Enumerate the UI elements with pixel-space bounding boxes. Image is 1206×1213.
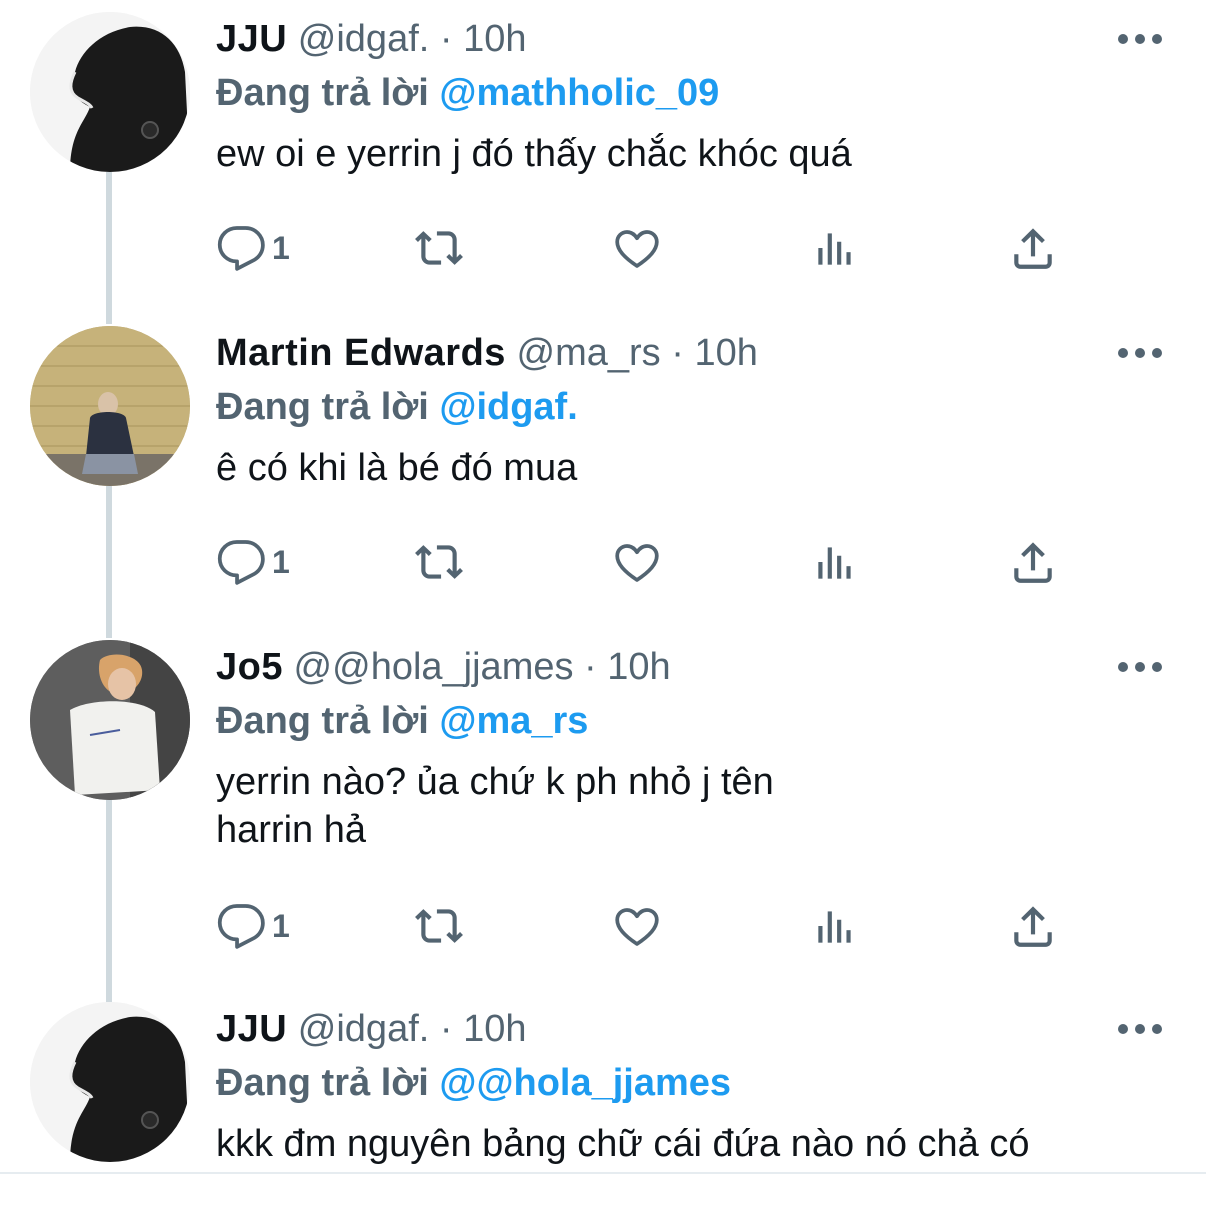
replying-to: Đang trả lời @mathholic_09 [216,66,1166,120]
display-name[interactable]: JJU [216,18,287,60]
like-button[interactable] [612,896,662,956]
tweet[interactable]: JJU @idgaf. · 10h Đang trả lời @@hola_jj… [0,990,1206,1173]
heart-icon [615,230,659,268]
separator: · [439,18,453,60]
reply-count: 1 [272,543,290,580]
tweet-header: JJU @idgaf. · 10h [216,12,1166,66]
more-options-icon[interactable] [1118,33,1162,45]
tweet-text: ê có khi là bé đó mua [216,447,578,489]
retweet-button[interactable] [414,532,464,592]
username[interactable]: @idgaf. [298,1008,430,1050]
comment-icon [217,540,265,585]
heart-icon [615,544,659,582]
share-icon [1014,228,1052,269]
views-button[interactable] [810,218,860,278]
tweet[interactable]: Martin Edwards @ma_rs · 10h Đang trả lời… [0,314,1206,614]
replying-to-mention[interactable]: @mathholic_09 [439,72,719,114]
timestamp[interactable]: 10h [607,646,670,688]
username[interactable]: @ma_rs [517,332,661,374]
retweet-icon [415,231,463,265]
separator: · [671,332,684,374]
tweet-text: yerrin nào? ủa chứ k ph nhỏ j tên harrin… [216,761,774,851]
share-button[interactable] [1008,896,1058,956]
display-name[interactable]: Martin Edwards [216,332,506,374]
share-button[interactable] [1008,218,1058,278]
username[interactable]: @@hola_jjames [294,646,574,688]
replying-to-label: Đang trả lời [216,700,429,742]
retweet-button[interactable] [414,896,464,956]
retweet-button[interactable] [414,218,464,278]
tweet-text: ew oi e yerrin j đó thấy chắc khóc quá [216,133,852,175]
separator: · [439,1008,453,1050]
views-button[interactable] [810,532,860,592]
avatar[interactable] [30,640,190,800]
replying-to-label: Đang trả lời [216,72,429,114]
analytics-icon [818,911,851,943]
tweet-header: JJU @idgaf. · 10h [216,1002,1166,1056]
replying-to-mention[interactable]: @idgaf. [439,386,577,428]
tweet-text: kkk đm nguyên bảng chữ cái đứa nào nó ch… [216,1123,1030,1165]
timestamp[interactable]: 10h [694,332,757,374]
username[interactable]: @idgaf. [298,18,430,60]
retweet-icon [415,545,463,579]
replying-to-label: Đang trả lời [216,1062,429,1104]
tweet[interactable]: JJU @idgaf. · 10h Đang trả lời @mathholi… [0,0,1206,300]
tweet-actions: 1 [216,896,1076,956]
share-button[interactable] [1008,532,1058,592]
divider [0,1172,1206,1174]
timestamp[interactable]: 10h [463,18,526,60]
analytics-icon [818,547,851,579]
share-icon [1014,906,1052,947]
avatar[interactable] [30,326,190,486]
avatar-image [30,1002,190,1162]
replying-to-mention[interactable]: @ma_rs [439,700,588,742]
more-options-icon[interactable] [1118,661,1162,673]
tweet-header: Martin Edwards @ma_rs · 10h [216,326,1166,380]
comment-icon [217,904,265,949]
avatar[interactable] [30,12,190,172]
separator: · [584,646,597,688]
views-button[interactable] [810,896,860,956]
analytics-icon [818,233,851,265]
replying-to: Đang trả lời @@hola_jjames [216,1056,1166,1110]
display-name[interactable]: JJU [216,1008,287,1050]
heart-icon [615,908,659,946]
replying-to: Đang trả lời @idgaf. [216,380,1166,434]
like-button[interactable] [612,218,662,278]
tweet-header: Jo5 @@hola_jjames · 10h [216,640,1166,694]
reply-thread: JJU @idgaf. · 10h Đang trả lời @mathholi… [0,0,1206,1213]
tweet[interactable]: Jo5 @@hola_jjames · 10h Đang trả lời @ma… [0,628,1206,988]
reply-button[interactable]: 1 [216,896,290,956]
display-name[interactable]: Jo5 [216,646,283,688]
tweet-actions: 1 [216,218,1076,278]
avatar[interactable] [30,1002,190,1162]
like-button[interactable] [612,532,662,592]
more-options-icon[interactable] [1118,347,1162,359]
comment-icon [217,226,265,271]
replying-to-label: Đang trả lời [216,386,429,428]
reply-count: 1 [272,229,290,266]
avatar-image [30,12,190,172]
more-options-icon[interactable] [1118,1023,1162,1035]
reply-count: 1 [272,907,290,944]
replying-to: Đang trả lời @ma_rs [216,694,1166,748]
avatar-image [30,640,190,800]
timestamp[interactable]: 10h [463,1008,526,1050]
reply-button[interactable]: 1 [216,218,290,278]
reply-button[interactable]: 1 [216,532,290,592]
tweet-actions: 1 [216,532,1076,592]
retweet-icon [415,909,463,943]
share-icon [1014,542,1052,583]
replying-to-mention[interactable]: @@hola_jjames [439,1062,731,1104]
avatar-image [30,326,190,486]
